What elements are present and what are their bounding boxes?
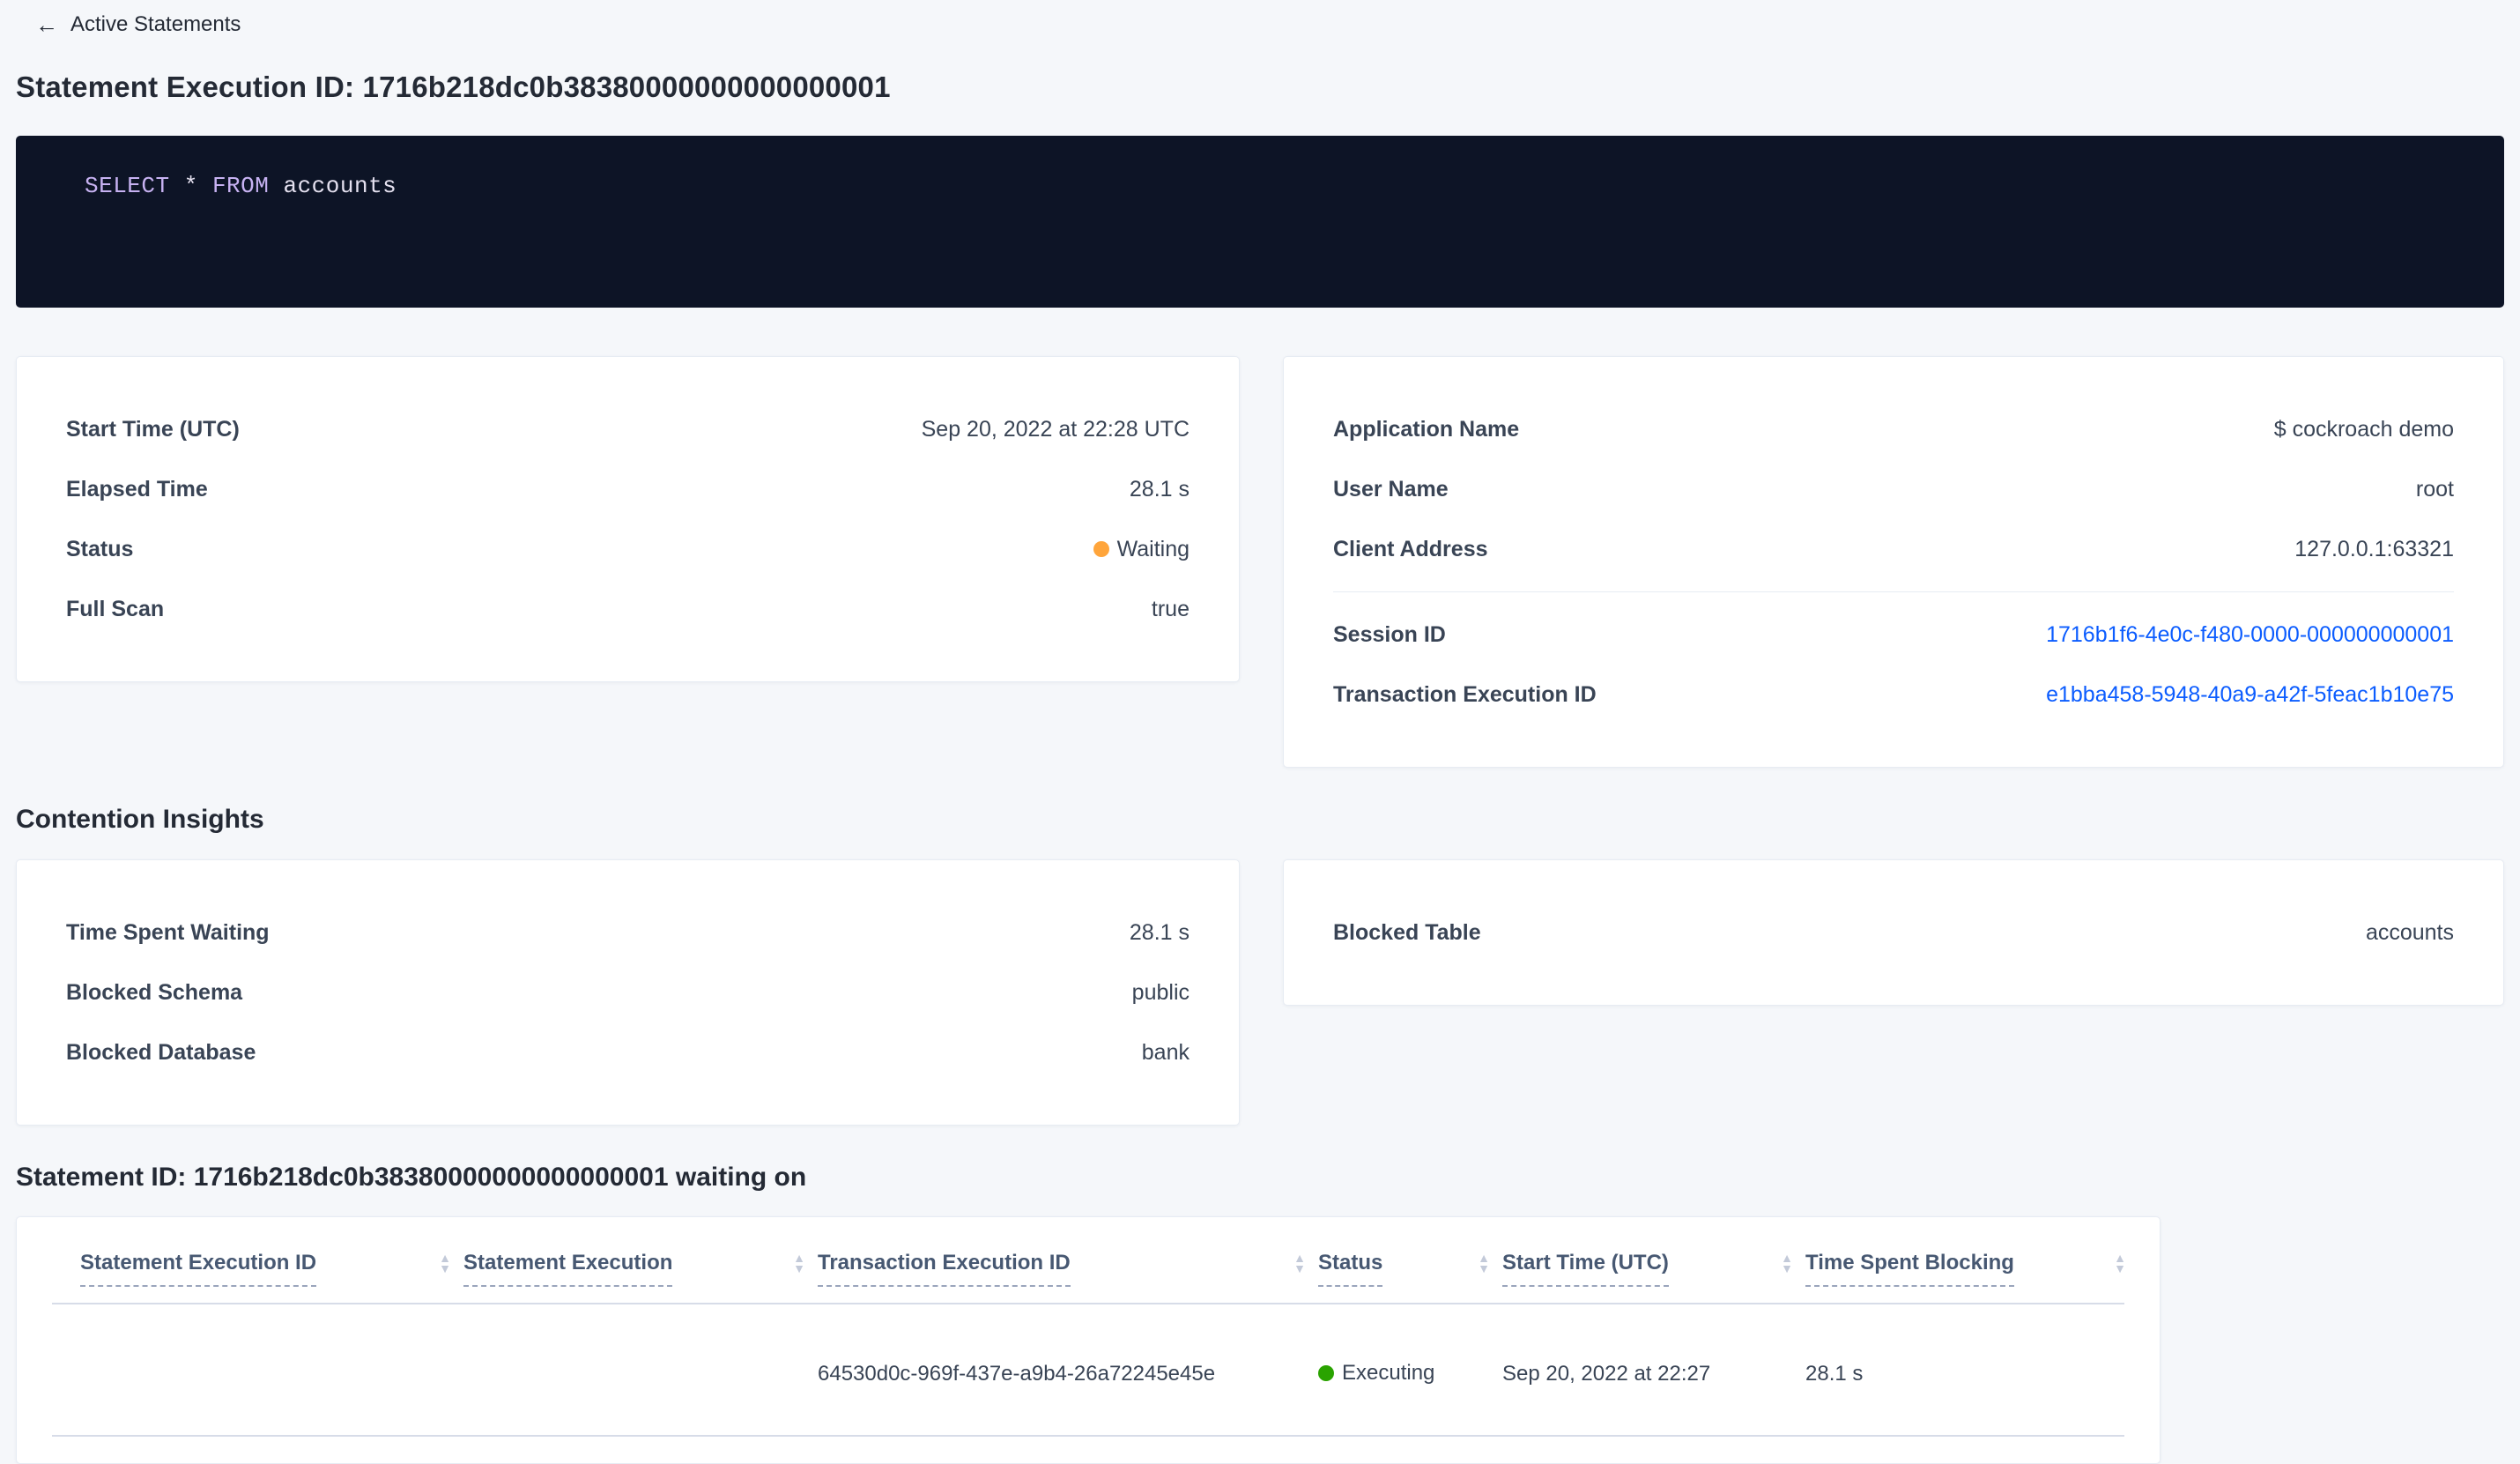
transaction-execution-id-label: Transaction Execution ID: [1333, 681, 1597, 707]
time-spent-waiting-row: Time Spent Waiting 28.1 s: [66, 903, 1190, 962]
cell-status: Executing: [1318, 1361, 1502, 1387]
blocked-schema-label: Blocked Schema: [66, 979, 243, 1005]
sort-icon[interactable]: ▲ ▼: [2114, 1252, 2126, 1274]
contention-details-card: Time Spent Waiting 28.1 s Blocked Schema…: [16, 859, 1240, 1126]
blocked-table-label: Blocked Table: [1333, 919, 1481, 945]
start-time-row: Start Time (UTC) Sep 20, 2022 at 22:28 U…: [66, 399, 1190, 459]
application-name-row: Application Name $ cockroach demo: [1333, 399, 2454, 459]
statement-execution-details-page: ← Active Statements Statement Execution …: [0, 0, 2520, 1464]
contention-cards-row: Time Spent Waiting 28.1 s Blocked Schema…: [16, 859, 2504, 1126]
sql-keyword-select: SELECT: [85, 173, 170, 199]
cell-time-spent-blocking: 28.1 s: [1805, 1362, 1864, 1386]
session-id-label: Session ID: [1333, 621, 1446, 647]
client-address-value: 127.0.0.1:63321: [2294, 536, 2454, 561]
transaction-execution-id-row: Transaction Execution ID e1bba458-5948-4…: [1333, 665, 2454, 725]
executing-status-dot-icon: [1318, 1365, 1334, 1381]
overview-card: Start Time (UTC) Sep 20, 2022 at 22:28 U…: [16, 356, 1240, 682]
elapsed-time-row: Elapsed Time 28.1 s: [66, 459, 1190, 519]
cell-transaction-execution-id: 64530d0c-969f-437e-a9b4-26a72245e45e: [818, 1362, 1216, 1386]
sort-icon[interactable]: ▲ ▼: [1293, 1252, 1306, 1274]
column-header-statement-execution[interactable]: Statement Execution ▲ ▼: [463, 1251, 818, 1287]
column-header-label: Statement Execution ID: [80, 1251, 317, 1287]
blocked-table-value: accounts: [2365, 919, 2454, 945]
status-text: Executing: [1342, 1361, 1435, 1385]
blocked-schema-value: public: [1131, 979, 1190, 1005]
table-footer-space: [17, 1437, 2160, 1463]
summary-cards-row: Start Time (UTC) Sep 20, 2022 at 22:28 U…: [16, 356, 2504, 768]
full-scan-value: true: [1151, 596, 1190, 621]
application-name-value: $ cockroach demo: [2273, 416, 2454, 442]
blocked-table-card: Blocked Table accounts: [1283, 859, 2504, 1006]
column-header-transaction-execution-id[interactable]: Transaction Execution ID ▲ ▼: [818, 1251, 1318, 1287]
session-id-link[interactable]: 1716b1f6-4e0c-f480-0000-000000000001: [2046, 622, 2454, 648]
sql-keyword-from: FROM: [211, 173, 270, 199]
user-name-label: User Name: [1333, 476, 1449, 502]
start-time-value: Sep 20, 2022 at 22:28 UTC: [921, 416, 1190, 442]
time-spent-waiting-label: Time Spent Waiting: [66, 919, 270, 945]
client-address-row: Client Address 127.0.0.1:63321: [1333, 519, 2454, 579]
column-header-time-spent-blocking[interactable]: Time Spent Blocking ▲ ▼: [1805, 1251, 2138, 1287]
column-header-start-time[interactable]: Start Time (UTC) ▲ ▼: [1502, 1251, 1805, 1287]
status-value: Waiting: [1093, 537, 1190, 562]
sql-table-token: accounts: [269, 173, 397, 199]
transaction-execution-id-link[interactable]: e1bba458-5948-40a9-a42f-5feac1b10e75: [2046, 682, 2454, 708]
session-card: Application Name $ cockroach demo User N…: [1283, 356, 2504, 768]
column-header-label: Statement Execution: [463, 1251, 673, 1287]
column-header-statement-execution-id[interactable]: Statement Execution ID ▲ ▼: [80, 1251, 463, 1287]
blocked-schema-row: Blocked Schema public: [66, 962, 1190, 1022]
full-scan-row: Full Scan true: [66, 579, 1190, 639]
breadcrumb-label: Active Statements: [70, 12, 241, 36]
arrow-left-icon: ←: [35, 11, 58, 38]
full-scan-label: Full Scan: [66, 596, 165, 621]
elapsed-time-label: Elapsed Time: [66, 476, 208, 502]
column-header-label: Start Time (UTC): [1502, 1251, 1669, 1287]
sort-icon[interactable]: ▲ ▼: [1478, 1252, 1490, 1274]
sql-query-text: SELECT * FROM accounts: [85, 173, 397, 199]
session-card-divider: [1333, 591, 2454, 592]
waiting-statements-table: Statement Execution ID ▲ ▼ Statement Exec…: [16, 1216, 2161, 1464]
blocked-database-label: Blocked Database: [66, 1039, 256, 1065]
table-header-row: Statement Execution ID ▲ ▼ Statement Exec…: [17, 1217, 2160, 1303]
table-row: 64530d0c-969f-437e-a9b4-26a72245e45e Exe…: [17, 1304, 2160, 1435]
status-text: Waiting: [1116, 536, 1190, 561]
contention-insights-title: Contention Insights: [16, 805, 264, 834]
column-header-label: Time Spent Blocking: [1805, 1251, 2014, 1287]
blocked-database-value: bank: [1141, 1039, 1190, 1065]
status-row: Status Waiting: [66, 519, 1190, 579]
column-header-status[interactable]: Status ▲ ▼: [1318, 1251, 1502, 1287]
client-address-label: Client Address: [1333, 536, 1488, 561]
cell-start-time: Sep 20, 2022 at 22:27: [1502, 1362, 1711, 1386]
start-time-label: Start Time (UTC): [66, 416, 240, 442]
column-header-label: Status: [1318, 1251, 1383, 1287]
session-id-row: Session ID 1716b1f6-4e0c-f480-0000-00000…: [1333, 605, 2454, 665]
page-title: Statement Execution ID: 1716b218dc0b3838…: [16, 71, 891, 103]
column-header-label: Transaction Execution ID: [818, 1251, 1071, 1287]
sql-statement-box: SELECT * FROM accounts: [16, 136, 2504, 308]
sort-icon[interactable]: ▲ ▼: [439, 1252, 451, 1274]
application-name-label: Application Name: [1333, 416, 1520, 442]
status-label: Status: [66, 536, 134, 561]
sort-icon[interactable]: ▲ ▼: [793, 1252, 805, 1274]
time-spent-waiting-value: 28.1 s: [1129, 919, 1190, 945]
elapsed-time-value: 28.1 s: [1129, 476, 1190, 502]
blocked-database-row: Blocked Database bank: [66, 1022, 1190, 1082]
waiting-status-dot-icon: [1093, 541, 1109, 557]
sql-star-token: *: [169, 173, 212, 199]
user-name-value: root: [2415, 476, 2454, 502]
sort-icon[interactable]: ▲ ▼: [1781, 1252, 1793, 1274]
blocked-table-row: Blocked Table accounts: [1333, 903, 2454, 962]
waiting-on-section-title: Statement ID: 1716b218dc0b38380000000000…: [16, 1163, 807, 1192]
user-name-row: User Name root: [1333, 459, 2454, 519]
breadcrumb-back-link[interactable]: ← Active Statements: [35, 12, 241, 37]
